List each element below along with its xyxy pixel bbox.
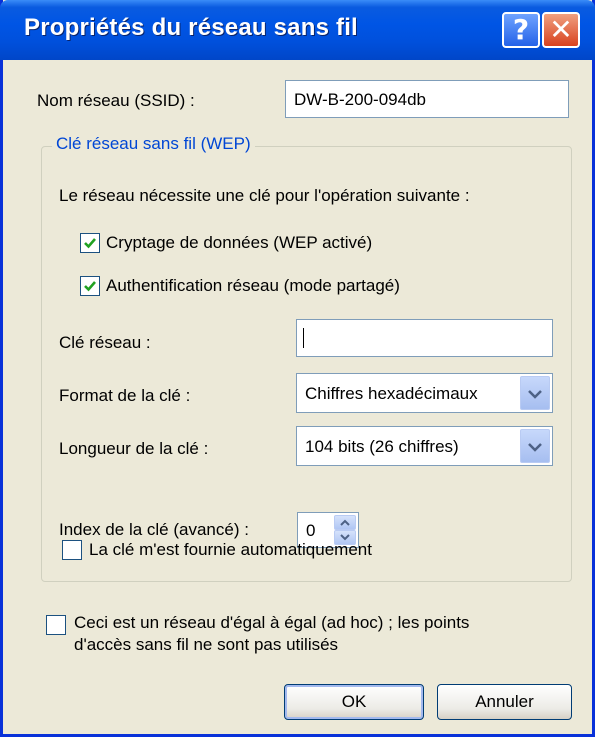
key-format-dropdown-button[interactable] [520, 376, 550, 410]
encryption-checkbox[interactable] [80, 233, 100, 253]
check-icon [84, 238, 96, 249]
auto-key-label[interactable]: La clé m'est fournie automatiquement [89, 540, 372, 560]
ssid-input[interactable]: DW-B-200-094db [285, 80, 569, 118]
title-bar[interactable]: Propriétés du réseau sans fil ? ✕ [0, 0, 595, 60]
ssid-value: DW-B-200-094db [294, 90, 426, 109]
key-index-value: 0 [306, 521, 316, 540]
auto-key-checkbox[interactable] [62, 540, 82, 560]
ok-button[interactable]: OK [284, 684, 424, 720]
key-index-label: Index de la clé (avancé) : [59, 520, 249, 539]
help-icon: ? [512, 13, 530, 46]
network-key-input[interactable] [296, 319, 553, 357]
chevron-down-icon [528, 390, 542, 399]
key-format-value: Chiffres hexadécimaux [305, 384, 478, 403]
chevron-up-icon [340, 519, 350, 526]
cancel-button[interactable]: Annuler [437, 684, 572, 720]
adhoc-label-line2[interactable]: d'accès sans fil ne sont pas utilisés [74, 635, 338, 655]
key-length-dropdown-button[interactable] [520, 429, 550, 463]
key-format-select[interactable]: Chiffres hexadécimaux [296, 373, 553, 413]
key-length-label: Longueur de la clé : [59, 439, 209, 458]
window-title: Propriétés du réseau sans fil [24, 14, 358, 41]
adhoc-label-line1[interactable]: Ceci est un réseau d'égal à égal (ad hoc… [74, 613, 469, 633]
network-key-label: Clé réseau : [59, 333, 151, 352]
key-length-select[interactable]: 104 bits (26 chiffres) [296, 426, 553, 466]
close-icon: ✕ [549, 13, 573, 46]
authentication-checkbox[interactable] [80, 276, 100, 296]
text-cursor [303, 328, 304, 348]
wep-group-legend: Clé réseau sans fil (WEP) [52, 134, 255, 154]
wep-description: Le réseau nécessite une clé pour l'opéra… [59, 186, 470, 205]
encryption-label[interactable]: Cryptage de données (WEP activé) [106, 233, 372, 253]
adhoc-checkbox[interactable] [46, 615, 66, 635]
check-icon [84, 281, 96, 292]
ssid-label: Nom réseau (SSID) : [37, 91, 195, 110]
wireless-properties-dialog: Propriétés du réseau sans fil ? ✕ Nom ré… [0, 0, 595, 737]
key-length-value: 104 bits (26 chiffres) [305, 437, 459, 456]
key-index-up-button[interactable] [334, 515, 356, 530]
authentication-label[interactable]: Authentification réseau (mode partagé) [106, 276, 400, 296]
chevron-down-icon [528, 443, 542, 452]
close-button[interactable]: ✕ [542, 12, 580, 48]
help-button[interactable]: ? [502, 12, 540, 48]
key-format-label: Format de la clé : [59, 386, 191, 405]
